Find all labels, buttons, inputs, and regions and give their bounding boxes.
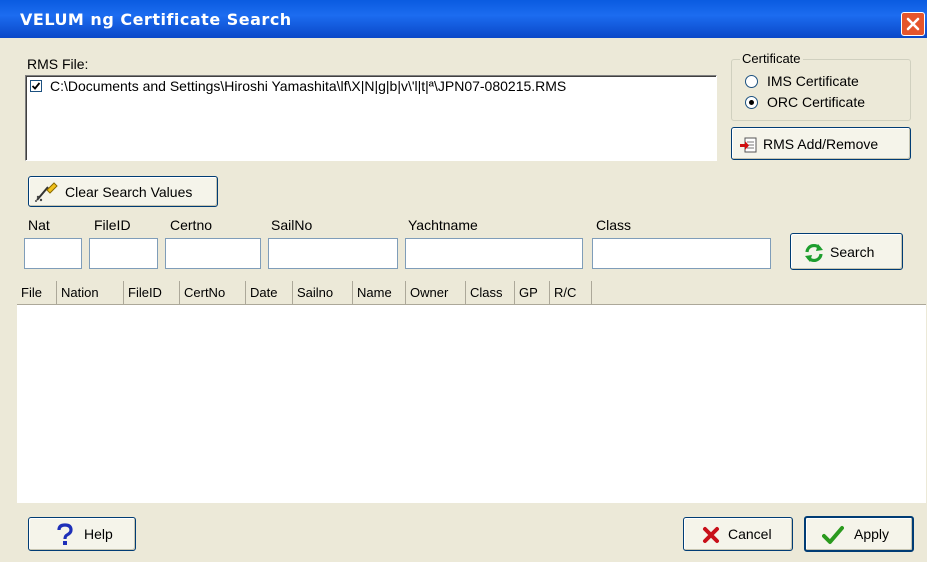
certno-input[interactable]	[165, 238, 261, 269]
checkmark-icon	[822, 526, 844, 544]
fileid-label: FileID	[94, 217, 131, 233]
class-label: Class	[596, 217, 632, 233]
window-title: VELUM ng Certificate Search	[20, 10, 292, 29]
refresh-icon	[805, 243, 823, 263]
ims-certificate-label: IMS Certificate	[767, 73, 859, 89]
rms-add-remove-button[interactable]: RMS Add/Remove	[731, 127, 911, 160]
clear-search-values-button[interactable]: Clear Search Values	[28, 176, 218, 207]
column-header-fileid[interactable]: FileID	[124, 281, 180, 304]
certificate-legend: Certificate	[740, 51, 803, 66]
results-header: File Nation FileID CertNo Date Sailno Na…	[17, 281, 926, 305]
yachtname-label: Yachtname	[408, 217, 478, 233]
certno-label: Certno	[170, 217, 213, 233]
column-header-name[interactable]: Name	[353, 281, 406, 304]
ims-certificate-radio[interactable]: IMS Certificate	[745, 73, 895, 91]
rms-add-remove-label: RMS Add/Remove	[763, 135, 879, 152]
column-header-sailno[interactable]: Sailno	[293, 281, 353, 304]
column-header-nation[interactable]: Nation	[57, 281, 124, 304]
apply-label: Apply	[854, 526, 890, 542]
column-header-file[interactable]: File	[17, 281, 57, 304]
cancel-label: Cancel	[728, 526, 772, 542]
yachtname-input[interactable]	[405, 238, 583, 269]
radio-button[interactable]	[745, 75, 758, 88]
close-icon	[906, 17, 920, 31]
class-input[interactable]	[592, 238, 771, 269]
title-bar: VELUM ng Certificate Search	[0, 0, 927, 38]
rms-file-list[interactable]: C:\Documents and Settings\Hiroshi Yamash…	[25, 75, 717, 161]
help-label: Help	[84, 526, 113, 542]
sailno-input[interactable]	[268, 238, 398, 269]
results-list[interactable]	[17, 305, 926, 503]
column-header-class[interactable]: Class	[466, 281, 515, 304]
sailno-label: SailNo	[271, 217, 313, 233]
column-header-date[interactable]: Date	[246, 281, 293, 304]
rms-file-checkbox[interactable]	[30, 80, 42, 92]
cancel-button[interactable]: Cancel	[683, 517, 793, 551]
checkmark-icon	[31, 82, 41, 90]
rms-file-path: C:\Documents and Settings\Hiroshi Yamash…	[50, 78, 567, 94]
clear-search-values-label: Clear Search Values	[65, 183, 193, 200]
column-header-certno[interactable]: CertNo	[180, 281, 246, 304]
nat-input[interactable]	[24, 238, 82, 269]
column-header-rc[interactable]: R/C	[550, 281, 592, 304]
help-button[interactable]: Help	[28, 517, 136, 551]
close-button[interactable]	[901, 12, 925, 36]
column-header-gp[interactable]: GP	[515, 281, 550, 304]
search-button[interactable]: Search	[790, 233, 903, 270]
search-label: Search	[830, 243, 875, 260]
cancel-x-icon	[703, 527, 719, 543]
radio-button[interactable]	[745, 96, 758, 109]
orc-certificate-radio[interactable]: ORC Certificate	[745, 94, 895, 112]
orc-certificate-label: ORC Certificate	[767, 94, 866, 110]
apply-button[interactable]: Apply	[804, 516, 914, 552]
rms-file-item[interactable]: C:\Documents and Settings\Hiroshi Yamash…	[26, 76, 706, 96]
fileid-input[interactable]	[89, 238, 158, 269]
radio-selected-dot	[749, 100, 754, 105]
column-header-owner[interactable]: Owner	[406, 281, 466, 304]
nat-label: Nat	[28, 217, 50, 233]
rms-file-label: RMS File:	[27, 56, 89, 72]
help-question-icon	[57, 523, 73, 545]
document-add-icon	[740, 137, 757, 153]
eraser-icon	[35, 182, 58, 202]
